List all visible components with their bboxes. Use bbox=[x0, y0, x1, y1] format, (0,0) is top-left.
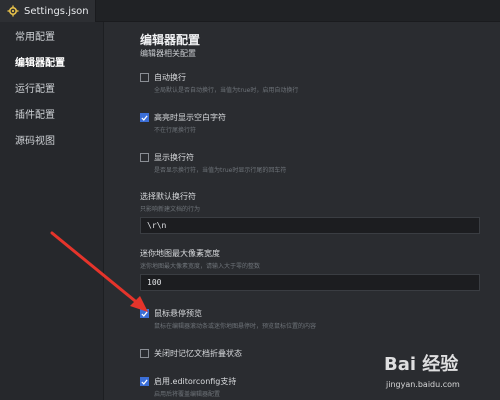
field-description: 只影响新建文档的行为 bbox=[140, 206, 201, 213]
sidebar-item-editor[interactable]: 编辑器配置 bbox=[0, 48, 103, 74]
option-description: 鼠标在编辑器滚动条或迷你地图悬停时，预览鼠标位置的内容 bbox=[154, 323, 317, 330]
field-description: 迷你地图最大像素宽度，请输入大于零的整数 bbox=[140, 263, 261, 270]
tab-settings-json[interactable]: Settings.json bbox=[0, 0, 96, 22]
editorconfig-checkbox[interactable] bbox=[140, 377, 149, 386]
sidebar-item-run[interactable]: 运行配置 bbox=[0, 74, 103, 100]
field-minimap-width: 迷你地图最大像素宽度 迷你地图最大像素宽度，请输入大于零的整数 100 bbox=[140, 248, 480, 291]
field-title: 迷你地图最大像素宽度 bbox=[140, 249, 220, 258]
option-description: 不在行尾换行符 bbox=[154, 127, 197, 134]
option-label: 显示换行符 bbox=[154, 153, 194, 162]
sidebar-item-common[interactable]: 常用配置 bbox=[0, 22, 103, 48]
sidebar-item-plugins[interactable]: 插件配置 bbox=[0, 100, 103, 126]
option-description: 是否显示换行符，当值为true时显示行尾的回车符 bbox=[154, 167, 287, 174]
tab-label: Settings.json bbox=[24, 5, 89, 17]
option-hover-preview: 鼠标悬停预览 鼠标在编辑器滚动条或迷你地图悬停时，预览鼠标位置的内容 bbox=[140, 308, 470, 330]
settings-panel: 编辑器配置 编辑器相关配置 自动换行 全局默认是否自动换行，当值为true时，启… bbox=[104, 22, 500, 400]
scrollbar[interactable] bbox=[496, 22, 500, 400]
page-subtitle: 编辑器相关配置 bbox=[140, 49, 196, 58]
show-whitespace-checkbox[interactable] bbox=[140, 113, 149, 122]
field-default-eol: 选择默认换行符 只影响新建文档的行为 \r\n bbox=[140, 191, 480, 234]
option-label: 自动换行 bbox=[154, 73, 186, 82]
option-word-wrap: 自动换行 全局默认是否自动换行，当值为true时，启用自动换行 bbox=[140, 72, 470, 94]
hover-preview-checkbox[interactable] bbox=[140, 309, 149, 318]
remember-folding-checkbox[interactable] bbox=[140, 349, 149, 358]
settings-sidebar: 常用配置 编辑器配置 运行配置 插件配置 源码视图 bbox=[0, 22, 104, 400]
option-show-whitespace: 高亮时显示空白字符 不在行尾换行符 bbox=[140, 112, 470, 134]
check-icon bbox=[141, 311, 148, 317]
option-description: 全局默认是否自动换行，当值为true时，启用自动换行 bbox=[154, 87, 299, 94]
option-description: 启用后将覆盖编辑器配置 bbox=[154, 391, 221, 398]
check-icon bbox=[141, 379, 148, 385]
default-eol-input[interactable]: \r\n bbox=[140, 217, 480, 234]
option-remember-folding: 关闭时记忆文档折叠状态 bbox=[140, 348, 470, 359]
check-icon bbox=[141, 115, 148, 121]
minimap-width-input[interactable]: 100 bbox=[140, 274, 480, 291]
sidebar-item-source-view[interactable]: 源码视图 bbox=[0, 126, 103, 152]
show-line-breaks-checkbox[interactable] bbox=[140, 153, 149, 162]
option-label: 关闭时记忆文档折叠状态 bbox=[154, 349, 242, 358]
option-editorconfig: 启用.editorconfig支持 启用后将覆盖编辑器配置 bbox=[140, 376, 470, 398]
option-label: 高亮时显示空白字符 bbox=[154, 113, 226, 122]
field-title: 选择默认换行符 bbox=[140, 192, 196, 201]
page-title: 编辑器配置 bbox=[140, 33, 201, 47]
option-label: 鼠标悬停预览 bbox=[154, 309, 202, 318]
word-wrap-checkbox[interactable] bbox=[140, 73, 149, 82]
option-show-line-breaks: 显示换行符 是否显示换行符，当值为true时显示行尾的回车符 bbox=[140, 152, 470, 174]
gear-icon bbox=[7, 5, 19, 17]
tab-bar: Settings.json bbox=[0, 0, 500, 22]
option-label: 启用.editorconfig支持 bbox=[154, 377, 237, 386]
